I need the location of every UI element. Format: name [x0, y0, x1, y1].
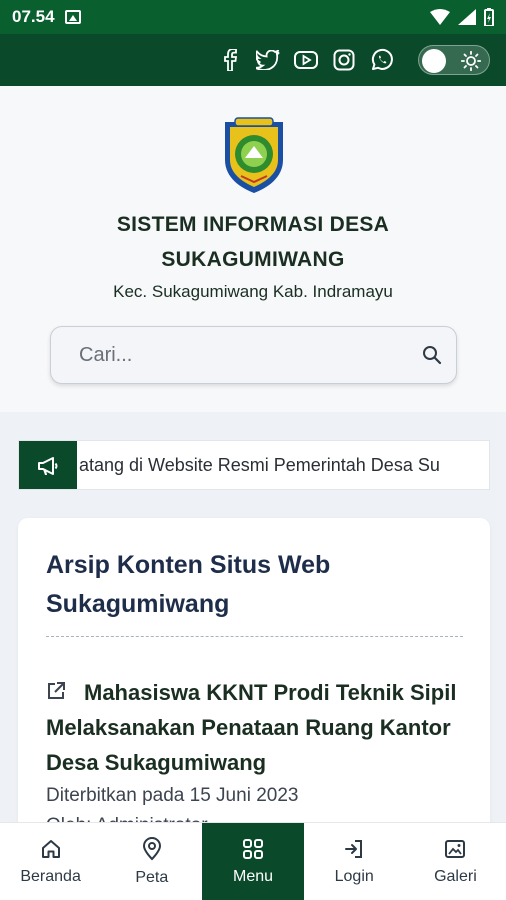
- nav-item-login[interactable]: Login: [304, 823, 405, 900]
- ticker-text: atang di Website Resmi Pemerintah Desa S…: [79, 455, 440, 475]
- battery-icon: [484, 8, 494, 26]
- grid-icon: [243, 838, 263, 859]
- search-input[interactable]: [79, 343, 422, 367]
- article-title: Mahasiswa KKNT Prodi Teknik Sipil Melaks…: [46, 680, 457, 775]
- nav-label-login: Login: [334, 867, 374, 885]
- bottom-nav: Beranda Peta Menu Login Galeri: [0, 822, 506, 900]
- instagram-icon[interactable]: [332, 48, 356, 72]
- nav-item-peta[interactable]: Peta: [101, 823, 202, 900]
- social-bar: [0, 34, 506, 86]
- announcement-ticker[interactable]: atang di Website Resmi Pemerintah Desa S…: [18, 440, 490, 490]
- external-link-icon: [48, 682, 65, 699]
- status-indicators: [430, 8, 494, 26]
- image-notification-icon: [64, 10, 81, 24]
- map-pin-icon: [142, 836, 161, 860]
- status-time: 07.54: [12, 7, 55, 26]
- nav-label-peta: Peta: [135, 868, 169, 886]
- status-bar: 07.54: [0, 0, 506, 34]
- facebook-icon[interactable]: [218, 48, 242, 72]
- signal-icon: [458, 9, 476, 25]
- search-box: [50, 326, 457, 384]
- twitter-icon[interactable]: [256, 48, 280, 72]
- site-title-line2: SUKAGUMIWANG: [161, 248, 345, 271]
- megaphone-icon: [19, 441, 77, 489]
- home-icon: [41, 839, 60, 858]
- archive-title: Arsip Konten Situs Web Sukagumiwang: [46, 551, 331, 618]
- divider: [46, 636, 463, 637]
- nav-label-galeri: Galeri: [434, 867, 477, 885]
- whatsapp-icon[interactable]: [370, 48, 394, 72]
- theme-toggle[interactable]: [418, 45, 490, 75]
- login-icon: [345, 839, 363, 858]
- youtube-icon[interactable]: [294, 48, 318, 72]
- nav-item-beranda[interactable]: Beranda: [0, 823, 101, 900]
- nav-item-menu[interactable]: Menu: [202, 823, 304, 900]
- archive-card: Arsip Konten Situs Web Sukagumiwang Maha…: [18, 518, 490, 838]
- nav-item-galeri[interactable]: Galeri: [405, 823, 506, 900]
- site-header: SISTEM INFORMASI DESA SUKAGUMIWANG Kec. …: [0, 86, 506, 412]
- article-link[interactable]: Mahasiswa KKNT Prodi Teknik Sipil Melaks…: [46, 675, 463, 780]
- article-date: Diterbitkan pada 15 Juni 2023: [46, 785, 299, 806]
- nav-label-beranda: Beranda: [20, 867, 81, 885]
- gallery-icon: [445, 839, 466, 858]
- wifi-icon: [430, 9, 450, 25]
- site-subtitle: Kec. Sukagumiwang Kab. Indramayu: [113, 282, 393, 301]
- site-title: SISTEM INFORMASI DESA: [116, 213, 390, 236]
- sun-icon: [461, 51, 481, 71]
- nav-label-menu: Menu: [232, 867, 274, 885]
- search-icon[interactable]: [422, 345, 442, 365]
- village-emblem-logo[interactable]: [221, 116, 287, 194]
- toggle-knob: [422, 49, 446, 73]
